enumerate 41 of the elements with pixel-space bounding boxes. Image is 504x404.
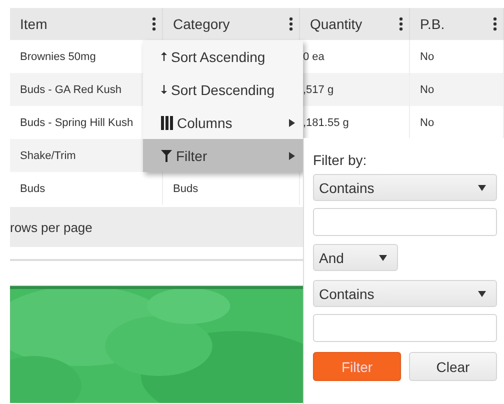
- operator-dropdown[interactable]: Contains: [313, 280, 497, 307]
- filter-value-field[interactable]: [313, 314, 497, 342]
- arrow-up-icon: [161, 52, 167, 61]
- table-cell: 0 ea: [303, 50, 324, 62]
- table-cell: No: [420, 84, 434, 96]
- table-cell: ,181.55 g: [303, 116, 349, 128]
- table-cell: No: [420, 116, 434, 128]
- logic-dropdown[interactable]: And: [313, 244, 398, 271]
- submenu-arrow-icon: [289, 118, 295, 126]
- column-title: Category: [173, 16, 230, 32]
- menu-item[interactable]: Filter: [143, 139, 303, 172]
- kebab-menu-icon[interactable]: [399, 17, 403, 31]
- column-title: P.B.: [420, 16, 445, 32]
- caret-icon: [478, 290, 486, 296]
- operator-dropdown[interactable]: Contains: [313, 174, 497, 201]
- filter-icon: [161, 150, 172, 162]
- kebab-menu-icon[interactable]: [493, 17, 497, 31]
- submenu-arrow-icon: [289, 152, 295, 160]
- column-title: Quantity: [310, 16, 362, 32]
- table-cell: Buds: [173, 182, 198, 194]
- table-cell: ,517 g: [303, 84, 334, 96]
- caret-icon: [379, 254, 387, 260]
- caret-icon: [478, 184, 486, 190]
- table-cell: No: [420, 50, 434, 62]
- menu-item[interactable]: Sort Ascending: [143, 40, 303, 73]
- columns-icon: [161, 116, 173, 130]
- kebab-menu-icon[interactable]: [152, 17, 156, 31]
- filter-title: Filter by:: [313, 152, 367, 168]
- kebab-menu-icon[interactable]: [289, 17, 293, 31]
- filter-value-field[interactable]: [313, 208, 497, 236]
- table-cell: Buds - GA Red Kush: [20, 84, 122, 96]
- table-cell: Shake/Trim: [20, 150, 76, 162]
- clear-button[interactable]: Clear: [409, 352, 497, 381]
- table-cell: Buds: [20, 182, 46, 194]
- arrow-down-icon: [161, 85, 167, 94]
- menu-item[interactable]: Columns: [143, 106, 303, 139]
- table-cell: Brownies 50mg: [20, 50, 96, 62]
- pager-label: rows per page: [10, 220, 92, 234]
- table-cell: Buds - Spring Hill Kush: [20, 116, 134, 128]
- column-title: Item: [20, 16, 48, 32]
- menu-item[interactable]: Sort Descending: [143, 73, 303, 106]
